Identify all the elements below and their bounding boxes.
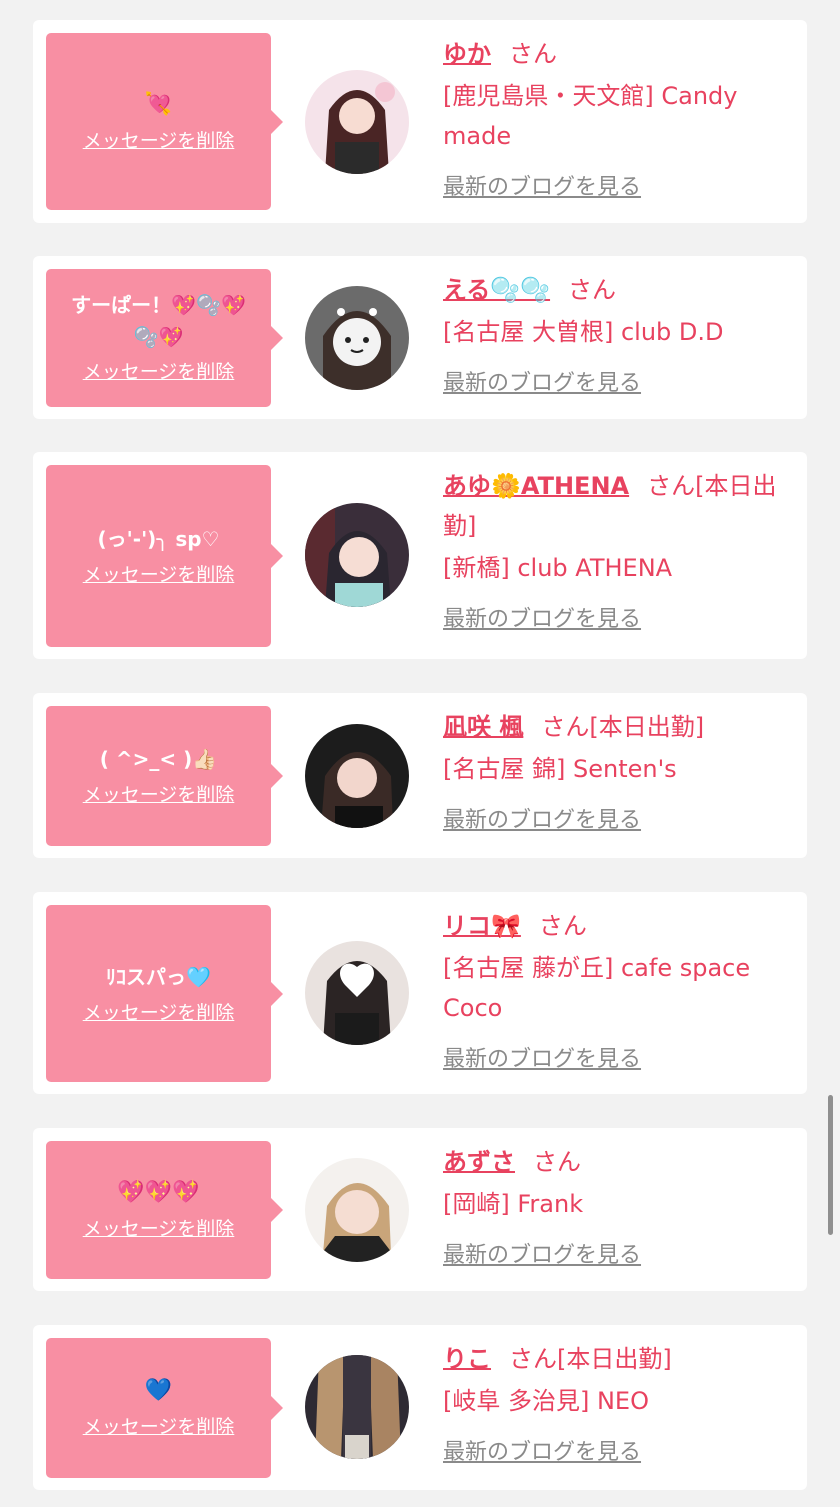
user-info: あずさ さん [岡崎] Frank 最新のブログを見る <box>443 1142 793 1276</box>
avatar[interactable] <box>305 1158 409 1262</box>
honorific: さん <box>509 40 557 68</box>
shop-text: [新橋] club ATHENA <box>443 554 673 582</box>
user-name-link[interactable]: ゆか <box>443 40 491 68</box>
user-info: りこ さん[本日出勤] [岐阜 多治見] NEO 最新のブログを見る <box>443 1339 793 1473</box>
shop-text: [岡崎] Frank <box>443 1190 584 1218</box>
user-name-link[interactable]: りこ <box>443 1345 491 1373</box>
message-bubble: すーぱー！💖🫧💖🫧💖 メッセージを削除 <box>46 269 283 407</box>
avatar[interactable] <box>305 70 409 174</box>
honorific: さん <box>647 472 696 500</box>
avatar[interactable] <box>305 1355 409 1459</box>
user-name-link[interactable]: 凪咲 楓 <box>443 713 523 741</box>
list-item: 💙 メッセージを削除 りこ さん[本日出勤] [岐阜 多治見] NEO 最新のブロ… <box>33 1325 807 1490</box>
list-item: ( ^>_< )👍🏻 メッセージを削除 凪咲 楓さん[本日出勤] [名古屋 錦]… <box>33 693 807 858</box>
user-name-link[interactable]: リコ🎀 <box>443 912 521 940</box>
avatar-photo <box>305 941 409 1045</box>
message-text: すーぱー！💖🫧💖🫧💖 <box>71 293 246 349</box>
message-list: 💘 メッセージを削除 ゆか さん [鹿児島県・天文館] Candy made 最新… <box>0 0 840 1507</box>
message-text: 💖💖💖 <box>117 1180 200 1205</box>
message-bubble: ( ^>_< )👍🏻 メッセージを削除 <box>46 706 283 846</box>
latest-blog-link[interactable]: 最新のブログを見る <box>443 1433 641 1473</box>
honorific: さん <box>538 912 587 940</box>
status-text: [本日出勤] <box>589 713 705 741</box>
delete-message-link[interactable]: メッセージを削除 <box>83 1412 235 1442</box>
delete-message-link[interactable]: メッセージを削除 <box>83 998 235 1028</box>
latest-blog-link[interactable]: 最新のブログを見る <box>443 1040 641 1080</box>
message-text: ﾘｺスパっ🩵 <box>106 964 211 989</box>
user-info: ゆか さん [鹿児島県・天文館] Candy made 最新のブログを見る <box>443 34 793 208</box>
list-item: 💘 メッセージを削除 ゆか さん [鹿児島県・天文館] Candy made 最新… <box>33 20 807 223</box>
shop-text: [名古屋 大曽根] club D.D <box>443 318 724 346</box>
user-name-link[interactable]: あゆ🌼ATHENA <box>443 472 629 500</box>
avatar-photo <box>305 503 409 607</box>
delete-message-link[interactable]: メッセージを削除 <box>83 1214 235 1244</box>
user-info: リコ🎀 さん [名古屋 藤が丘] cafe space Coco 最新のブログを見… <box>443 906 793 1080</box>
list-item: すーぱー！💖🫧💖🫧💖 メッセージを削除 える🫧🫧 さん [名古屋 大曽根] clu… <box>33 256 807 419</box>
latest-blog-link[interactable]: 最新のブログを見る <box>443 364 641 404</box>
list-item: 💖💖💖 メッセージを削除 あずさ さん [岡崎] Frank 最新のブログを見る <box>33 1128 807 1291</box>
avatar-photo <box>305 70 409 174</box>
scrollbar[interactable] <box>828 1095 833 1235</box>
user-info: える🫧🫧 さん [名古屋 大曽根] club D.D 最新のブログを見る <box>443 270 793 404</box>
latest-blog-link[interactable]: 最新のブログを見る <box>443 168 641 208</box>
honorific: さん <box>509 1345 557 1373</box>
user-name-link[interactable]: える🫧🫧 <box>443 276 550 304</box>
avatar[interactable] <box>305 724 409 828</box>
delete-message-link[interactable]: メッセージを削除 <box>83 357 235 387</box>
status-text: [本日出勤] <box>557 1345 672 1373</box>
avatar[interactable] <box>305 503 409 607</box>
message-bubble: (っ'-')╮ sp♡ メッセージを削除 <box>46 465 283 647</box>
shop-text: [名古屋 藤が丘] cafe space Coco <box>443 954 751 1022</box>
avatar-photo <box>305 1355 409 1459</box>
message-bubble: 💘 メッセージを削除 <box>46 33 283 210</box>
delete-message-link[interactable]: メッセージを削除 <box>83 780 235 810</box>
message-bubble: ﾘｺスパっ🩵 メッセージを削除 <box>46 905 283 1082</box>
honorific: さん <box>541 713 590 741</box>
message-bubble: 💖💖💖 メッセージを削除 <box>46 1141 283 1279</box>
honorific: さん <box>533 1148 581 1176</box>
avatar[interactable] <box>305 941 409 1045</box>
avatar-photo <box>305 286 409 390</box>
list-item: ﾘｺスパっ🩵 メッセージを削除 リコ🎀 さん [名古屋 藤が丘] cafe spa… <box>33 892 807 1094</box>
message-text: (っ'-')╮ sp♡ <box>97 527 220 551</box>
delete-message-link[interactable]: メッセージを削除 <box>83 560 235 590</box>
avatar-photo <box>305 1158 409 1262</box>
shop-text: [名古屋 錦] Senten's <box>443 755 677 783</box>
shop-text: [鹿児島県・天文館] Candy made <box>443 82 738 150</box>
latest-blog-link[interactable]: 最新のブログを見る <box>443 1236 641 1276</box>
latest-blog-link[interactable]: 最新のブログを見る <box>443 600 641 640</box>
delete-message-link[interactable]: メッセージを削除 <box>83 126 235 156</box>
list-item: (っ'-')╮ sp♡ メッセージを削除 あゆ🌼ATHENA さん[本日出勤] [… <box>33 452 807 659</box>
avatar-photo <box>305 724 409 828</box>
user-name-link[interactable]: あずさ <box>443 1148 515 1176</box>
message-text: 💙 <box>144 1378 173 1403</box>
shop-text: [岐阜 多治見] NEO <box>443 1387 649 1415</box>
user-info: 凪咲 楓さん[本日出勤] [名古屋 錦] Senten's 最新のブログを見る <box>443 707 793 841</box>
message-bubble: 💙 メッセージを削除 <box>46 1338 283 1478</box>
honorific: さん <box>568 276 617 304</box>
latest-blog-link[interactable]: 最新のブログを見る <box>443 801 641 841</box>
message-text: 💘 <box>144 91 173 117</box>
user-info: あゆ🌼ATHENA さん[本日出勤] [新橋] club ATHENA 最新のブロ… <box>443 466 793 640</box>
message-text: ( ^>_< )👍🏻 <box>99 747 218 771</box>
avatar[interactable] <box>305 286 409 390</box>
